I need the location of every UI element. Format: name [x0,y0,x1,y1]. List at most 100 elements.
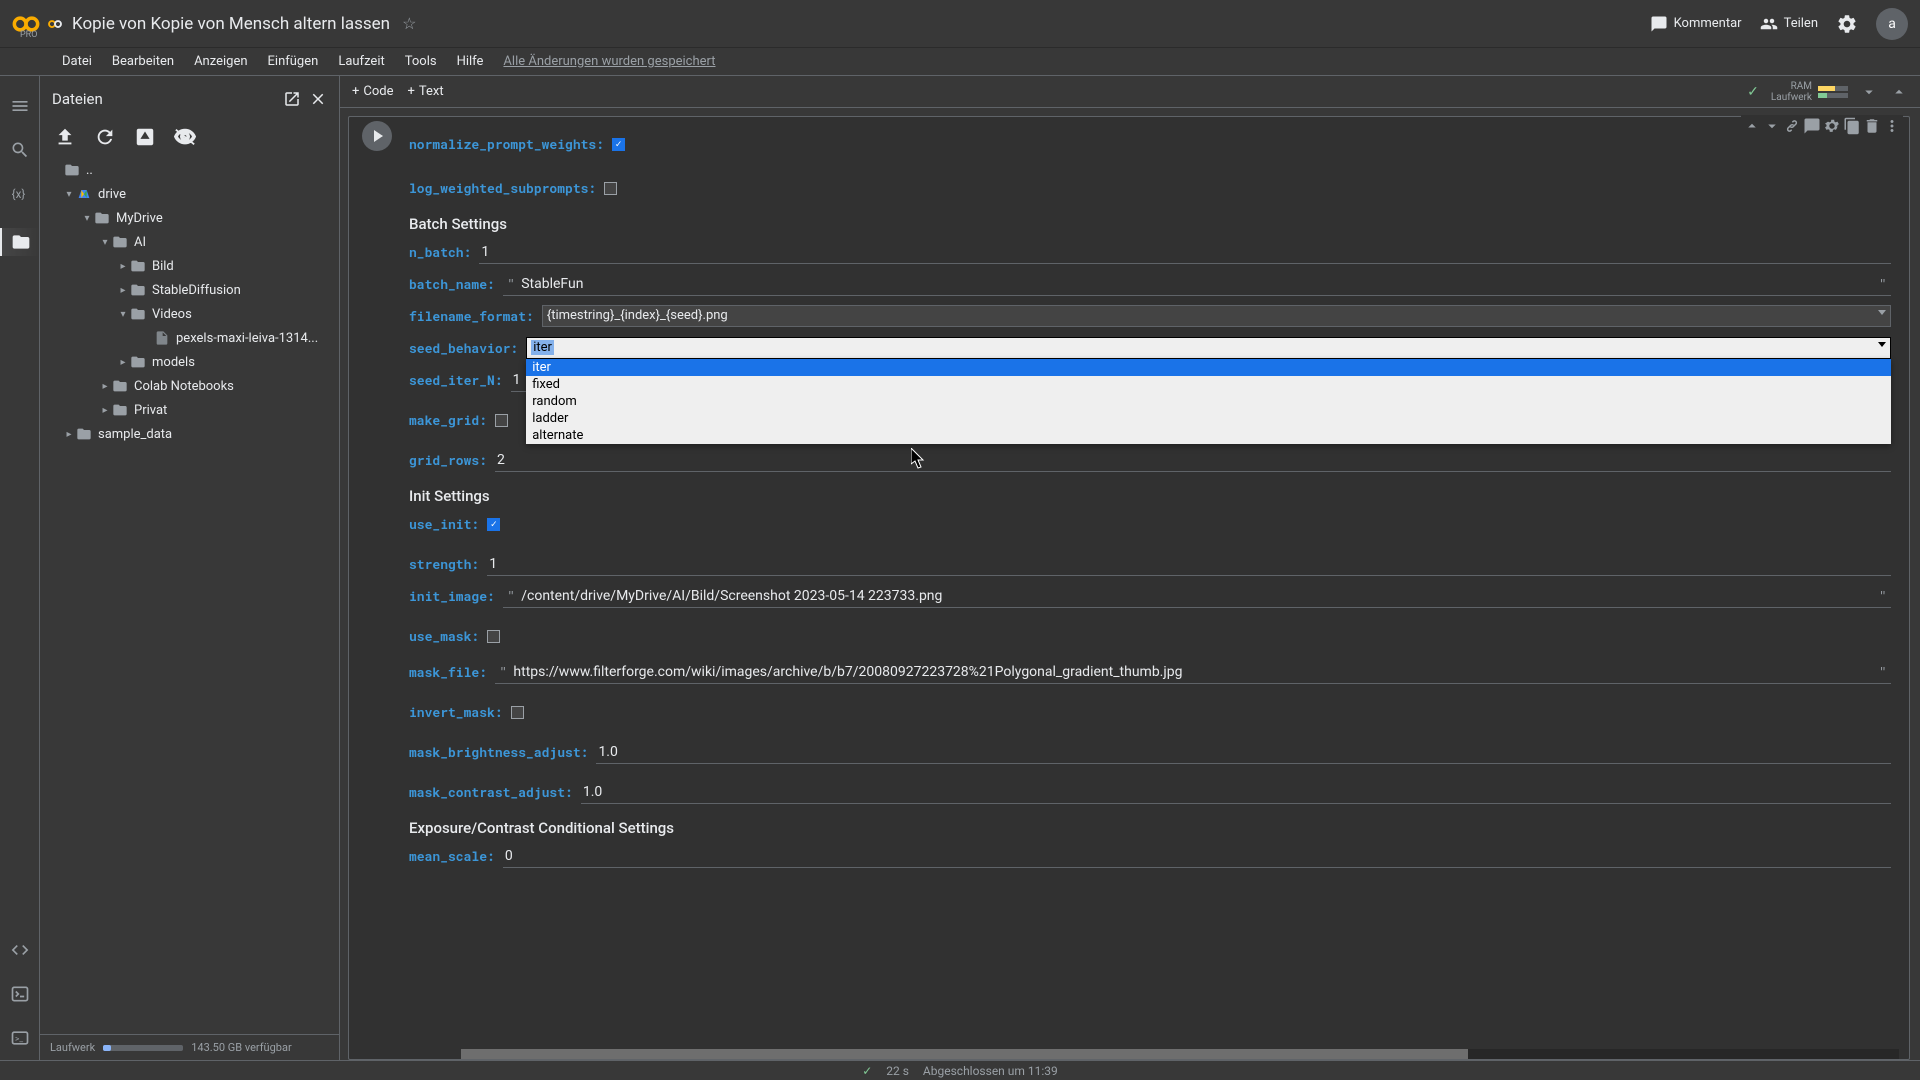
menu-anzeigen[interactable]: Anzeigen [194,54,247,69]
menu-bearbeiten[interactable]: Bearbeiten [112,54,174,69]
status-done: Abgeschlossen um 11:39 [923,1064,1058,1078]
variables-icon[interactable]: {x} [10,184,30,204]
tree-videos[interactable]: ▾Videos [46,302,333,326]
gear-icon[interactable] [1836,13,1858,35]
chk-useinit[interactable] [487,518,500,531]
lbl-normalize: normalize_prompt_weights: [409,135,604,153]
hdr-exposure: Exposure/Contrast Conditional Settings [409,819,1891,837]
command-icon[interactable]: >_ [10,1028,30,1048]
tree-models[interactable]: ▸models [46,350,333,374]
menu-hilfe[interactable]: Hilfe [457,54,484,69]
chk-invertmask[interactable] [511,706,524,719]
content-toolbar: +Code +Text ✓ RAM Laufwerk [340,76,1920,108]
tree-bild[interactable]: ▸Bild [46,254,333,278]
svg-text:>_: >_ [15,1034,23,1044]
inp-maskcontrast[interactable] [581,781,1891,804]
status-time: 22 s [886,1064,909,1078]
dd-alternate[interactable]: alternate [526,427,1891,444]
inp-nbatch[interactable] [479,241,1891,264]
statusbar: ✓ 22 s Abgeschlossen um 11:39 [0,1060,1920,1080]
sel-seedbeh[interactable]: iter [526,337,1891,359]
topbar: PRO Kopie von Kopie von Mensch altern la… [0,0,1920,48]
lbl-maskcontrast: mask_contrast_adjust: [409,783,573,801]
wrap-batchname[interactable]: "" [503,273,1891,296]
terminal-icon[interactable] [10,984,30,1004]
doc-title[interactable]: Kopie von Kopie von Mensch altern lassen [72,14,390,34]
svg-text:{x}: {x} [11,187,25,201]
comment-button[interactable]: Kommentar [1650,15,1742,33]
seed-behavior-dropdown[interactable]: iter fixed random ladder alternate [526,359,1891,444]
menu-tools[interactable]: Tools [405,54,437,69]
dd-fixed[interactable]: fixed [526,376,1891,393]
lbl-usemask: use_mask: [409,627,479,645]
code-icon[interactable] [10,940,30,960]
horizontal-scrollbar[interactable] [461,1049,1899,1059]
inp-maskbright[interactable] [596,741,1891,764]
add-text-button[interactable]: +Text [408,84,444,99]
wrap-initimage[interactable]: "" [503,585,1891,608]
sel-filename[interactable]: {timestring}_{index}_{seed}.png [542,305,1891,327]
tree-sample[interactable]: ▸sample_data [46,422,333,446]
mount-drive-icon[interactable] [134,126,156,148]
inp-initimage[interactable] [519,585,1874,607]
dd-iter[interactable]: iter [526,359,1891,376]
search-icon[interactable] [10,140,30,160]
inp-meanscale[interactable] [503,845,1891,868]
inp-batchname[interactable] [519,273,1874,295]
share-button[interactable]: Teilen [1760,15,1818,33]
lbl-makegrid: make_grid: [409,411,487,429]
dd-ladder[interactable]: ladder [526,410,1891,427]
refresh-icon[interactable] [94,126,116,148]
lbl-nbatch: n_batch: [409,243,471,261]
star-icon[interactable]: ☆ [402,14,416,33]
lbl-meanscale: mean_scale: [409,847,495,865]
tree-mydrive[interactable]: ▾MyDrive [46,206,333,230]
lbl-seedbeh: seed_behavior: [409,339,518,357]
lbl-invertmask: invert_mask: [409,703,503,721]
lbl-maskfile: mask_file: [409,663,487,681]
hdr-init: Init Settings [409,487,1891,505]
status-check-icon: ✓ [862,1064,872,1078]
menubar: Datei Bearbeiten Anzeigen Einfügen Laufz… [0,48,1920,76]
runtime-dropdown-icon[interactable] [1860,83,1878,101]
folder-icon[interactable] [11,232,31,252]
inp-maskfile[interactable] [511,661,1874,683]
tree-colab[interactable]: ▸Colab Notebooks [46,374,333,398]
inp-strength[interactable] [487,553,1891,576]
tree-ai[interactable]: ▾AI [46,230,333,254]
popout-icon[interactable] [283,90,301,108]
collapse-icon[interactable] [1890,83,1908,101]
comment-label: Kommentar [1674,16,1742,31]
upload-icon[interactable] [54,126,76,148]
dd-random[interactable]: random [526,393,1891,410]
pro-badge: PRO [20,30,37,40]
tree-privat[interactable]: ▸Privat [46,398,333,422]
tree-up[interactable]: .. [46,158,333,182]
lbl-strength: strength: [409,555,479,573]
avatar[interactable]: a [1876,8,1908,40]
run-button[interactable] [362,121,392,151]
chk-normalize[interactable] [612,138,625,151]
tree-sd[interactable]: ▸StableDiffusion [46,278,333,302]
ram-indicator[interactable]: RAM Laufwerk [1771,81,1848,103]
menu-einfuegen[interactable]: Einfügen [268,54,319,69]
menu-laufzeit[interactable]: Laufzeit [338,54,384,69]
lbl-filename: filename_format: [409,307,534,325]
tree-drive[interactable]: ▾drive [46,182,333,206]
lbl-log: log_weighted_subprompts: [409,179,596,197]
file-tree[interactable]: .. ▾drive ▾MyDrive ▾AI ▸Bild ▸StableDiff… [40,154,339,1034]
close-icon[interactable] [309,90,327,108]
chk-makegrid[interactable] [495,414,508,427]
tree-pexels[interactable]: pexels-maxi-leiva-1314... [46,326,333,350]
menu-datei[interactable]: Datei [62,54,92,69]
wrap-maskfile[interactable]: "" [495,661,1891,684]
chk-log[interactable] [604,182,617,195]
chk-usemask[interactable] [487,630,500,643]
lbl-seeditern: seed_iter_N: [409,371,503,389]
disk-usage: Laufwerk 143.50 GB verfügbar [40,1034,339,1060]
toc-icon[interactable] [10,96,30,116]
add-code-button[interactable]: +Code [352,84,394,99]
inp-gridrows[interactable] [495,449,1891,472]
hide-icon[interactable] [174,126,196,148]
save-status[interactable]: Alle Änderungen wurden gespeichert [503,54,715,69]
